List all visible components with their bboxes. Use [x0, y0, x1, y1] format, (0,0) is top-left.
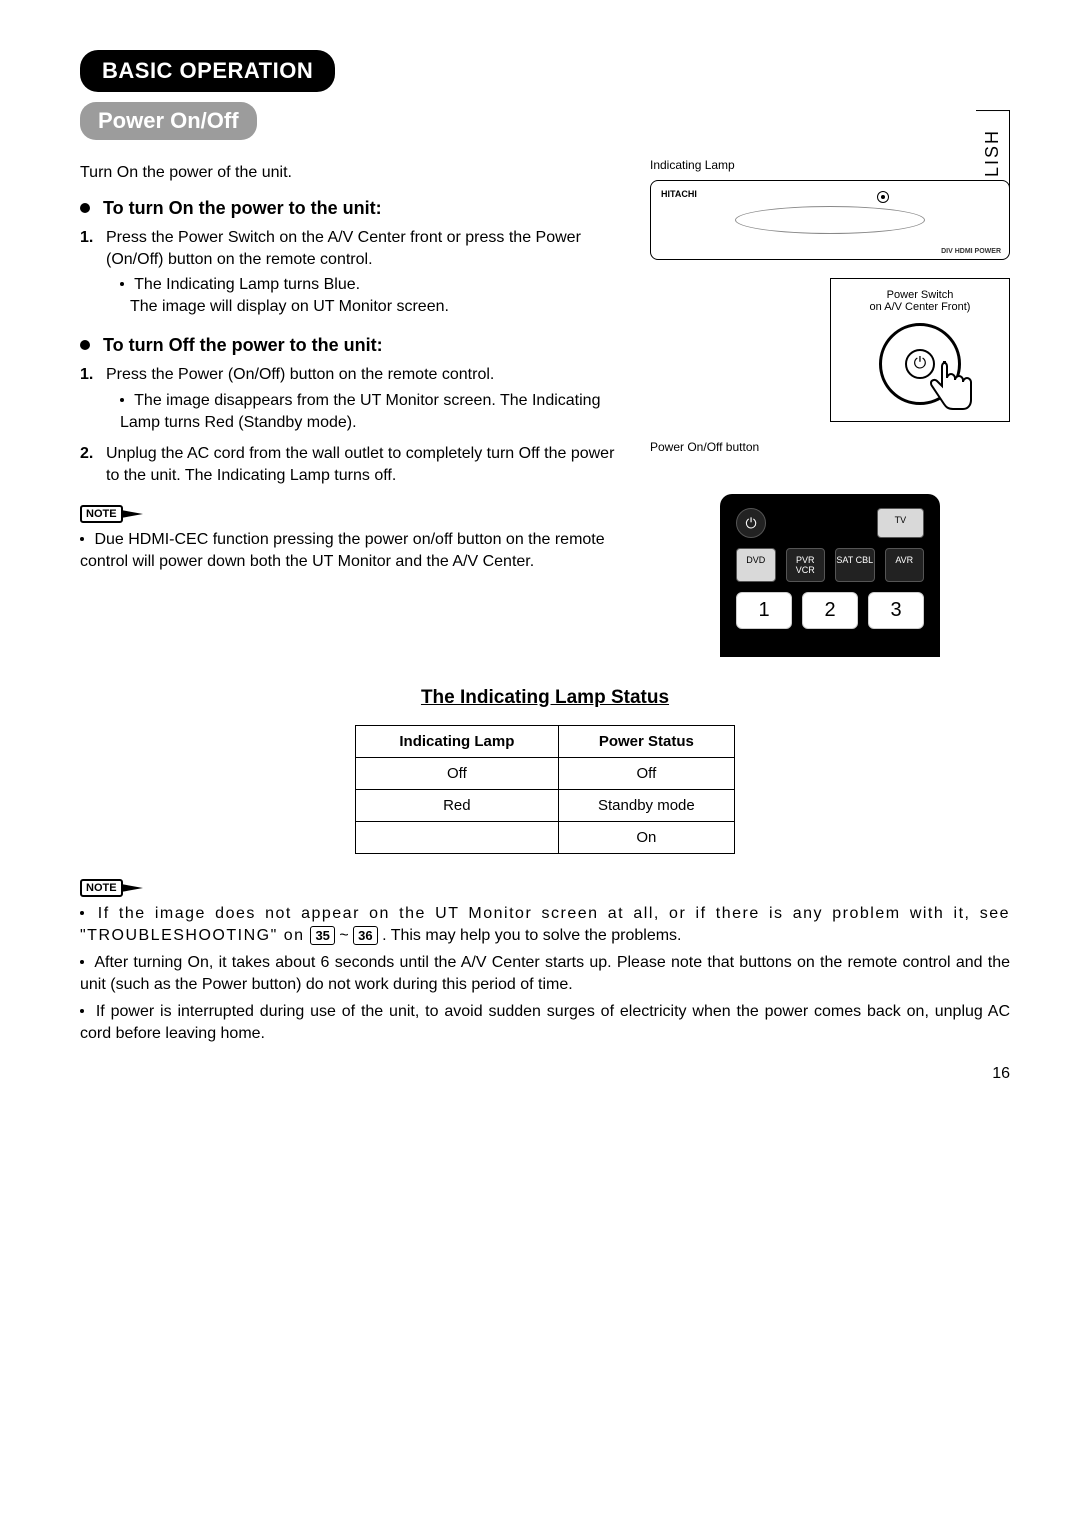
sub-text: The image disappears from the UT Monitor… [120, 392, 600, 431]
remote-num-2: 2 [802, 592, 858, 629]
note-item: If power is interrupted during use of th… [80, 1001, 1010, 1044]
step-number: 1. [80, 364, 93, 386]
page-ref-36: 36 [353, 926, 377, 946]
table-row: Red Standby mode [356, 790, 735, 822]
bullet-icon [80, 203, 90, 213]
table-cell: Standby mode [558, 790, 734, 822]
table-cell: Red [356, 790, 559, 822]
step-number: 2. [80, 443, 93, 465]
table-cell [356, 822, 559, 854]
note-text: After turning On, it takes about 6 secon… [80, 954, 1010, 993]
remote-num-1: 1 [736, 592, 792, 629]
sub-bullet-icon [120, 282, 124, 286]
note-text-part: . This may help you to solve the problem… [382, 927, 681, 944]
heading-turn-off-text: To turn Off the power to the unit: [103, 335, 383, 355]
heading-turn-on: To turn On the power to the unit: [80, 198, 628, 219]
heading-turn-on-text: To turn On the power to the unit: [103, 198, 382, 218]
turn-off-step-2: 2. Unplug the AC cord from the wall outl… [106, 443, 628, 486]
table-cell: On [558, 822, 734, 854]
intro-text: Turn On the power of the unit. [80, 164, 628, 182]
remote-power-button: ⏻ [736, 508, 766, 538]
note-block-1: NOTE Due HDMI-CEC function pressing the … [80, 504, 628, 572]
page-ref-35: 35 [310, 926, 334, 946]
power-switch-illustration: ⏻ [879, 323, 961, 405]
bullet-icon [80, 340, 90, 350]
step-text: Press the Power Switch on the A/V Center… [106, 229, 581, 268]
step-text: Press the Power (On/Off) button on the r… [106, 366, 494, 383]
av-center-illustration: HITACHI DIV HDMI POWER [650, 180, 1010, 260]
sub-bullet-icon [80, 537, 84, 541]
table-row: On [356, 822, 735, 854]
note-block-2: NOTE If the image does not appear on the… [80, 878, 1010, 1045]
remote-pvr-button: PVR VCR [786, 548, 826, 582]
remote-illustration: ⏻ TV DVD PVR VCR SAT CBL AVR 1 2 3 [720, 494, 940, 657]
turn-off-step-1: 1. Press the Power (On/Off) button on th… [106, 364, 628, 433]
indicating-lamp-icon [877, 191, 889, 203]
table-header-status: Power Status [558, 726, 734, 758]
heading-turn-off: To turn Off the power to the unit: [80, 335, 628, 356]
remote-tv-button: TV [877, 508, 924, 538]
table-title: The Indicating Lamp Status [80, 687, 1010, 709]
table-cell: Off [356, 758, 559, 790]
hand-pointer-icon [924, 360, 980, 420]
remote-sat-button: SAT CBL [835, 548, 875, 582]
power-button-label: Power On/Off button [650, 440, 1010, 454]
remote-dvd-button: DVD [736, 548, 776, 582]
power-switch-zoom: Power Switch on A/V Center Front) ⏻ [830, 278, 1010, 422]
zoom-caption-line1: Power Switch [839, 289, 1001, 301]
page-number: 16 [992, 1065, 1010, 1083]
tilde: ~ [339, 927, 348, 944]
table-row: Off Off [356, 758, 735, 790]
sub-text: The Indicating Lamp turns Blue. [134, 276, 360, 293]
note-item: After turning On, it takes about 6 secon… [80, 952, 1010, 995]
brand-label: HITACHI [661, 189, 697, 199]
remote-num-3: 3 [868, 592, 924, 629]
indicating-lamp-label: Indicating Lamp [650, 158, 1010, 172]
remote-avr-button: AVR [885, 548, 925, 582]
note-tag-icon: NOTE [80, 505, 123, 523]
logos-row: DIV HDMI POWER [941, 248, 1001, 255]
step-text: Unplug the AC cord from the wall outlet … [106, 445, 614, 484]
note-text: Due HDMI-CEC function pressing the power… [80, 531, 605, 570]
section-title: BASIC OPERATION [80, 50, 335, 92]
note-item: If the image does not appear on the UT M… [80, 903, 1010, 946]
subsection-title: Power On/Off [80, 102, 257, 140]
note-text: If power is interrupted during use of th… [80, 1003, 1010, 1042]
table-cell: Off [558, 758, 734, 790]
note-item: Due HDMI-CEC function pressing the power… [80, 529, 628, 572]
sub-text: The image will display on UT Monitor scr… [120, 298, 449, 315]
sub-bullet-icon [80, 911, 84, 915]
step-number: 1. [80, 227, 93, 249]
table-header-lamp: Indicating Lamp [356, 726, 559, 758]
disc-icon [735, 206, 925, 234]
turn-on-step-1: 1. Press the Power Switch on the A/V Cen… [106, 227, 628, 317]
sub-bullet-icon [80, 960, 84, 964]
sub-bullet-icon [80, 1009, 84, 1013]
note-tag-icon: NOTE [80, 879, 123, 897]
zoom-caption-line2: on A/V Center Front) [839, 301, 1001, 313]
lamp-status-table: Indicating Lamp Power Status Off Off Red… [355, 725, 735, 854]
sub-bullet-icon [120, 398, 124, 402]
